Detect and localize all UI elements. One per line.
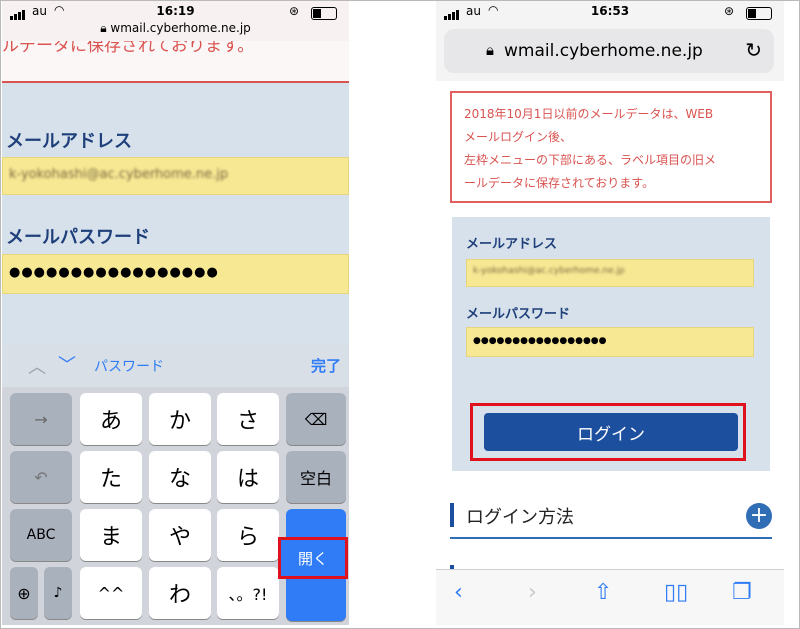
undo-icon[interactable]: ↶ xyxy=(10,451,72,503)
share-icon[interactable]: ⇧ xyxy=(594,580,612,605)
password-value: ●●●●●●●●●●●●●●●●● xyxy=(9,265,219,280)
login-form: メールアドレス k-yokohashi@ac.cyberhome.ne.jp メ… xyxy=(2,99,349,349)
address-bar[interactable]: 🔒︎ wmail.cyberhome.ne.jp ↻ xyxy=(444,29,774,73)
keyboard: → あ か さ ⌫ ↶ た な は 空白 ABC ま や ら ⊕ ♪ ^^ わ … xyxy=(2,387,349,625)
email-field[interactable]: k-yokohashi@ac.cyberhome.ne.jp xyxy=(2,157,349,195)
chevron-down-icon[interactable]: ﹀ xyxy=(58,351,76,377)
key-ka[interactable]: か xyxy=(149,393,211,445)
section-title: ログイン方法 xyxy=(466,507,574,528)
key-punctuation[interactable]: 、。?! xyxy=(217,567,279,619)
email-label: メールアドレス xyxy=(6,131,132,152)
notice-banner: ルデータに保存されております。 xyxy=(2,41,349,83)
notice-line: メールログイン後、 xyxy=(464,130,573,144)
next-arrow-key[interactable]: → xyxy=(10,393,72,445)
status-bar: au ◠ 16:19 ⊛ xyxy=(2,1,349,23)
tabs-icon[interactable]: ❐ xyxy=(732,580,752,605)
bookmarks-icon[interactable]: ▯▯ xyxy=(664,580,688,605)
battery-icon xyxy=(311,7,337,20)
url-text: wmail.cyberhome.ne.jp xyxy=(110,21,251,35)
lock-icon: 🔒︎ xyxy=(100,21,107,35)
notice-line: 2018年10月1日以前のメールデータは、WEB xyxy=(464,107,714,121)
password-field[interactable]: ●●●●●●●●●●●●●●●●● xyxy=(2,254,349,294)
key-ta[interactable]: た xyxy=(80,451,142,503)
rotation-lock-icon: ⊛ xyxy=(723,4,734,18)
key-wa[interactable]: わ xyxy=(149,567,211,619)
key-sa[interactable]: さ xyxy=(217,393,279,445)
open-key-highlight[interactable]: 開く xyxy=(278,537,348,579)
key-ra[interactable]: ら xyxy=(217,509,279,561)
lock-icon: 🔒︎ xyxy=(486,41,494,59)
login-method-section[interactable]: ログイン方法 + xyxy=(450,501,772,539)
notice-text: ルデータに保存されております。 xyxy=(2,41,255,56)
reload-icon[interactable]: ↻ xyxy=(745,38,762,62)
key-a[interactable]: あ xyxy=(80,393,142,445)
password-field[interactable]: ●●●●●●●●●●●●●●●●● xyxy=(466,327,754,357)
key-na[interactable]: な xyxy=(149,451,211,503)
space-key[interactable]: 空白 xyxy=(286,451,346,503)
rotation-lock-icon: ⊛ xyxy=(288,4,299,18)
url-bar[interactable]: 🔒︎ wmail.cyberhome.ne.jp xyxy=(2,21,349,41)
back-icon[interactable]: ‹ xyxy=(454,580,463,605)
abc-key[interactable]: ABC xyxy=(10,509,72,561)
notice-line: 左枠メニューの下部にある、ラベル項目の旧メ xyxy=(464,153,717,167)
url-text: wmail.cyberhome.ne.jp xyxy=(504,41,703,61)
password-label: メールパスワード xyxy=(6,227,150,248)
key-kaomoji[interactable]: ^^ xyxy=(80,567,142,619)
password-label: メールパスワード xyxy=(466,307,571,322)
microphone-icon[interactable]: ♪ xyxy=(44,567,72,619)
notice-line: ールデータに保存されております。 xyxy=(464,176,655,190)
key-ha[interactable]: は xyxy=(217,451,279,503)
status-bar: au ◠ 16:53 ⊛ xyxy=(436,1,784,23)
notice-box: 2018年10月1日以前のメールデータは、WEB メールログイン後、 左枠メニュ… xyxy=(450,91,772,203)
globe-icon[interactable]: ⊕ xyxy=(10,567,38,619)
safari-toolbar: ‹ › ⇧ ▯▯ ❐ xyxy=(436,569,784,625)
login-button[interactable]: ログイン xyxy=(484,413,738,451)
left-phone-screen: au ◠ 16:19 ⊛ 🔒︎ wmail.cyberhome.ne.jp ルデ… xyxy=(2,1,349,625)
key-ma[interactable]: ま xyxy=(80,509,142,561)
chevron-up-icon[interactable]: ︿ xyxy=(28,353,46,379)
field-name: パスワード xyxy=(94,359,164,375)
forward-icon[interactable]: › xyxy=(528,580,537,605)
section-accent xyxy=(450,503,454,527)
battery-icon xyxy=(746,7,772,20)
keyboard-accessory-bar: ︿ ﹀ パスワード 完了 xyxy=(2,345,349,387)
email-value: k-yokohashi@ac.cyberhome.ne.jp xyxy=(473,266,625,276)
backspace-icon[interactable]: ⌫ xyxy=(286,393,346,445)
expand-plus-icon[interactable]: + xyxy=(746,503,772,529)
right-phone-screen: au ◠ 16:53 ⊛ 🔒︎ wmail.cyberhome.ne.jp ↻ … xyxy=(436,1,784,625)
email-field[interactable]: k-yokohashi@ac.cyberhome.ne.jp xyxy=(466,259,754,287)
email-label: メールアドレス xyxy=(466,237,558,252)
key-ya[interactable]: や xyxy=(149,509,211,561)
done-button[interactable]: 完了 xyxy=(311,355,341,376)
email-value: k-yokohashi@ac.cyberhome.ne.jp xyxy=(9,167,229,182)
open-key-label: 開く xyxy=(297,549,328,568)
password-value: ●●●●●●●●●●●●●●●●● xyxy=(473,336,607,346)
web-page: 2018年10月1日以前のメールデータは、WEB メールログイン後、 左枠メニュ… xyxy=(436,81,784,577)
